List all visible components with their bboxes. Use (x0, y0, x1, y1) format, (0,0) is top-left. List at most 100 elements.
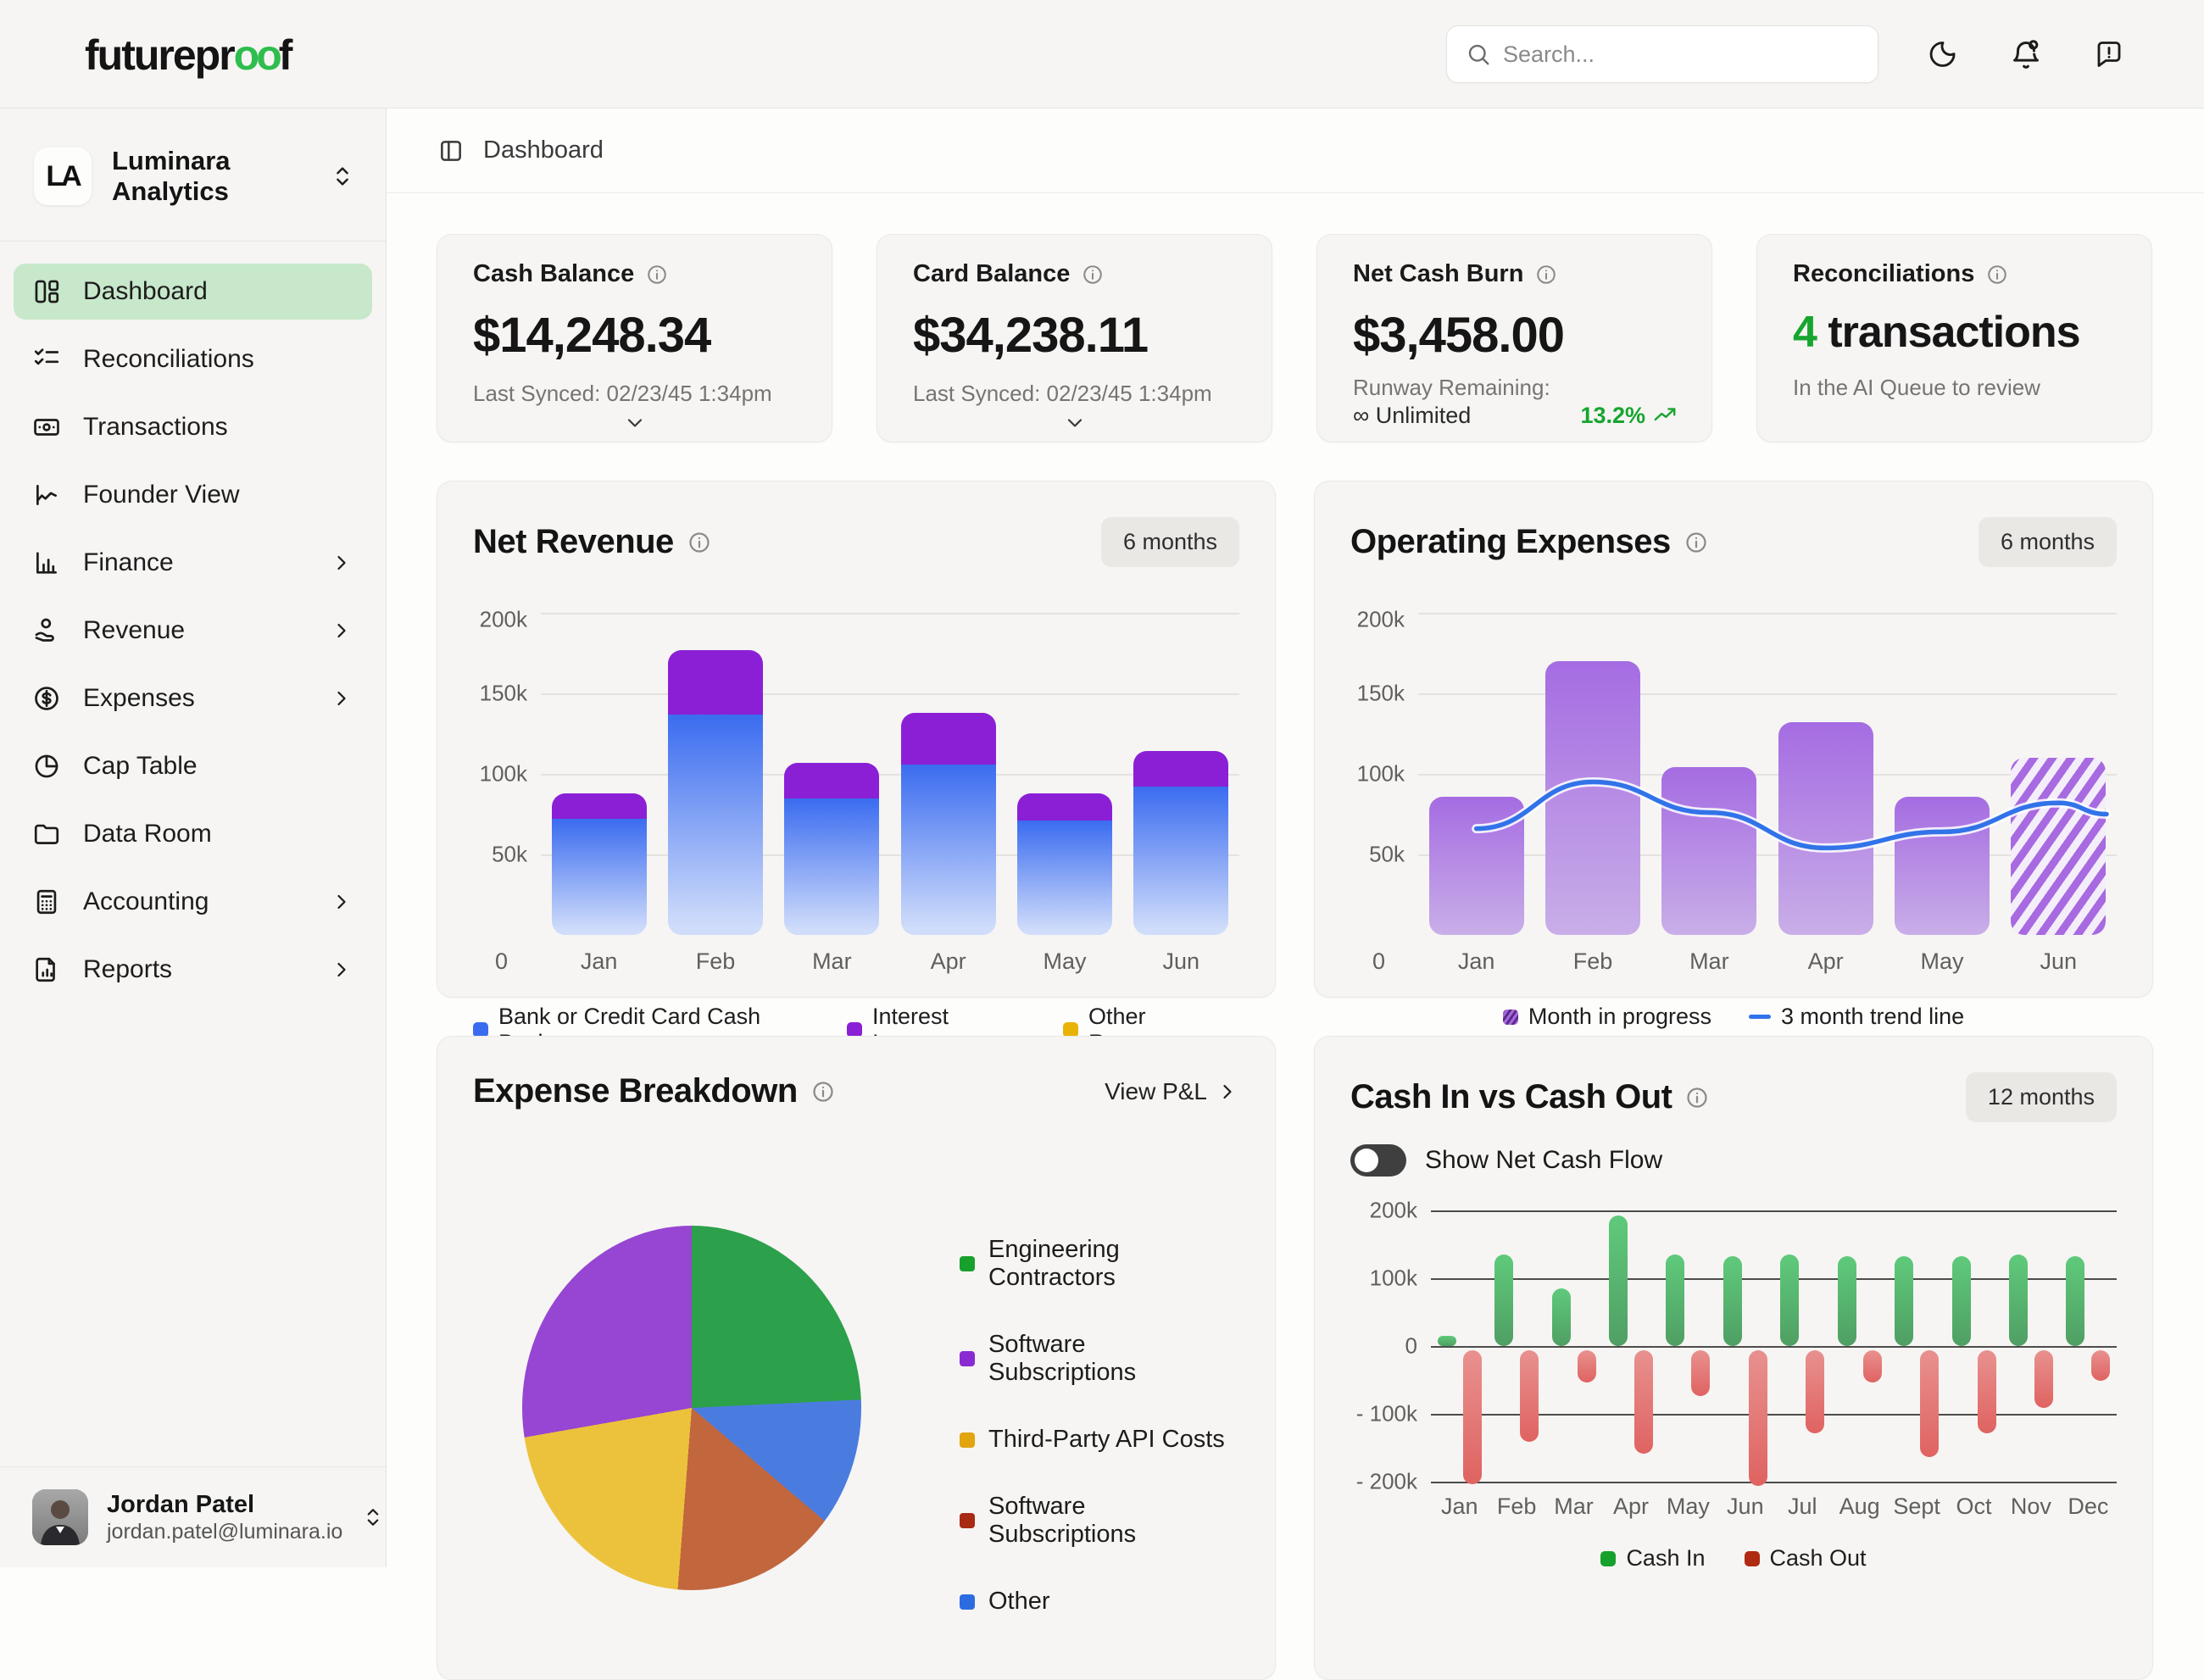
cash-in-bar (2066, 1256, 2084, 1346)
legend-item: 3 month trend line (1749, 1004, 1964, 1030)
user-email: jordan.patel@luminara.io (107, 1519, 342, 1544)
x-axis-label: May (1660, 1494, 1717, 1520)
last-synced-label: Last Synced: 02/23/45 1:34pm (473, 381, 798, 407)
chevron-down-icon (1063, 411, 1087, 435)
chevrons-up-down-icon (330, 164, 355, 189)
info-icon[interactable] (1082, 264, 1104, 286)
sidebar-item-label: Data Room (83, 820, 353, 848)
card-title: Cash Balance (473, 260, 634, 288)
expand-card-button[interactable] (437, 411, 832, 435)
app-logo: futureproof (85, 31, 291, 80)
user-menu[interactable]: Jordan Patel jordan.patel@luminara.io (0, 1466, 386, 1567)
info-icon[interactable] (687, 531, 711, 554)
cash-balance-value: $14,248.34 (473, 307, 798, 364)
card-title: Card Balance (913, 260, 1070, 288)
info-icon[interactable] (1535, 264, 1557, 286)
y-axis-zero-label: 0 (473, 948, 541, 975)
runway-label: Runway Remaining: (1353, 374, 1550, 403)
cash-in-bar (1666, 1254, 1684, 1346)
workspace-selector[interactable]: LA Luminara Analytics (0, 108, 386, 241)
x-axis-label: Mar (1661, 948, 1756, 975)
info-icon[interactable] (1684, 531, 1708, 554)
sidebar-item-dashboard[interactable]: Dashboard (14, 264, 372, 320)
opex-bar-mar (1661, 767, 1756, 935)
sidebar-item-accounting[interactable]: Accounting (14, 874, 372, 930)
banknote-icon (32, 413, 61, 442)
info-icon[interactable] (1986, 264, 2008, 286)
y-axis-tick: 100k (1370, 1266, 1417, 1292)
x-axis-label: Jan (1431, 1494, 1488, 1520)
cashflow-month-mar (1545, 1210, 1602, 1482)
search-input[interactable] (1503, 42, 1859, 68)
opex-bar-may (1895, 797, 1990, 935)
y-axis-tick: 50k (492, 842, 527, 868)
legend-item: Cash In (1600, 1545, 1705, 1572)
calculator-icon (32, 887, 61, 916)
burn-change-badge: 13.2% (1580, 403, 1678, 429)
y-axis-tick: 200k (480, 607, 527, 633)
legend-swatch (1503, 1010, 1518, 1025)
range-selector[interactable]: 6 months (1979, 517, 2117, 567)
chevron-right-icon (1216, 1080, 1239, 1104)
legend-swatch (960, 1256, 975, 1271)
opex-bar-apr (1778, 722, 1873, 935)
cashflow-month-may (1660, 1210, 1717, 1482)
breadcrumb-label: Dashboard (483, 136, 604, 164)
legend-item: Cash Out (1745, 1545, 1867, 1572)
topbar: futureproof (0, 0, 2204, 108)
cash-in-vs-out-card: Cash In vs Cash Out 12 months Show Net C… (1314, 1036, 2153, 1680)
info-icon[interactable] (1685, 1086, 1709, 1110)
x-axis-label: Nov (2002, 1494, 2059, 1520)
net-revenue-bar-jun (1133, 751, 1228, 935)
sidebar-item-transactions[interactable]: Transactions (14, 399, 372, 455)
net-revenue-bar-jan (552, 793, 647, 935)
workspace-name: Luminara Analytics (112, 146, 309, 207)
sidebar-item-expenses[interactable]: Expenses (14, 670, 372, 726)
y-axis-tick: 150k (1357, 681, 1405, 707)
sidebar-nav: Dashboard Reconciliations Transactions Foun… (0, 241, 386, 1466)
cash-out-bar (1578, 1350, 1596, 1382)
sidebar-item-reports[interactable]: Reports (14, 942, 372, 998)
x-axis-label: Dec (2060, 1494, 2117, 1520)
x-axis-label: Apr (901, 948, 996, 975)
show-net-cash-flow-toggle[interactable] (1350, 1144, 1406, 1177)
folder-icon (32, 820, 61, 848)
cash-out-bar (1978, 1350, 1996, 1433)
sidebar-item-label: Transactions (83, 413, 353, 442)
info-icon[interactable] (811, 1080, 835, 1104)
search-box[interactable] (1446, 25, 1878, 83)
panel-left-icon[interactable] (437, 137, 465, 164)
sidebar-item-revenue[interactable]: Revenue (14, 603, 372, 659)
info-icon[interactable] (646, 264, 668, 286)
notifications-button[interactable] (2007, 36, 2045, 73)
sidebar-item-reconciliations[interactable]: Reconciliations (14, 331, 372, 387)
dashboard-grid-icon (32, 277, 61, 306)
sidebar-item-finance[interactable]: Finance (14, 535, 372, 591)
view-pnl-link[interactable]: View P&L (1105, 1078, 1239, 1105)
sidebar-item-label: Founder View (83, 481, 353, 509)
cash-out-bar (1463, 1350, 1482, 1484)
sidebar-item-founder-view[interactable]: Founder View (14, 467, 372, 523)
dark-mode-button[interactable] (1924, 36, 1962, 73)
cash-out-bar (1863, 1350, 1882, 1382)
pie-legend-item: Software Subscriptions (960, 1331, 1239, 1387)
pie-legend-item: Third-Party API Costs (960, 1426, 1239, 1454)
range-selector[interactable]: 12 months (1966, 1072, 2117, 1122)
cash-in-bar (2009, 1254, 2028, 1346)
net-revenue-bar-apr (901, 713, 996, 935)
x-axis-label: Jan (552, 948, 647, 975)
feedback-button[interactable] (2090, 36, 2128, 73)
expand-card-button[interactable] (877, 411, 1272, 435)
chevron-right-icon (330, 958, 353, 982)
net-revenue-bar-mar (784, 763, 879, 935)
range-selector[interactable]: 6 months (1101, 517, 1239, 567)
sidebar-item-cap-table[interactable]: Cap Table (14, 738, 372, 794)
chevron-right-icon (330, 619, 353, 643)
cash-in-bar (1438, 1336, 1456, 1346)
sidebar-item-data-room[interactable]: Data Room (14, 806, 372, 862)
x-axis-label: Mar (784, 948, 879, 975)
cash-in-bar (1723, 1256, 1742, 1346)
cashflow-month-sept (1888, 1210, 1945, 1482)
chart-title: Operating Expenses (1350, 523, 1671, 561)
sidebar-item-label: Reports (83, 955, 308, 984)
